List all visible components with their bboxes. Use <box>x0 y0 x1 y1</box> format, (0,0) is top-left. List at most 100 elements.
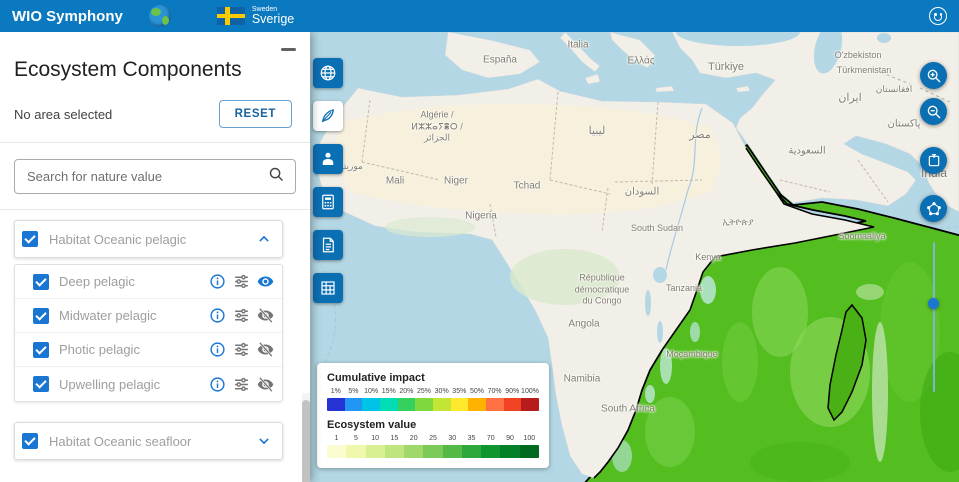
impact-legend-bar <box>327 398 539 411</box>
sweden-flag-icon[interactable] <box>216 7 245 25</box>
map-legend: Cumulative impact 1% 5% 10% 15% 20% 25% 30% 35%… <box>317 363 549 468</box>
info-icon[interactable] <box>209 376 226 393</box>
human-tool-button[interactable] <box>313 144 343 174</box>
legend-color-cell <box>423 445 443 458</box>
info-icon[interactable] <box>209 307 226 324</box>
eye-off-icon[interactable] <box>257 376 274 393</box>
map-tool-column <box>313 58 343 303</box>
legend-color-cell <box>344 398 363 411</box>
component-checkbox[interactable] <box>33 341 49 358</box>
group-checkbox[interactable] <box>22 433 38 449</box>
smiley-feedback-icon[interactable] <box>929 7 947 25</box>
legend-color-cell <box>346 445 366 458</box>
area-status-text: No area selected <box>14 106 113 122</box>
legend-tick: 30 <box>448 435 457 442</box>
wio-symphony-app: WIO Symphony Sweden Sverige Ecosystem Co… <box>0 0 959 482</box>
sliders-icon[interactable] <box>233 376 250 393</box>
chevron-down-icon[interactable] <box>254 431 274 451</box>
reset-button[interactable]: RESET <box>218 100 292 128</box>
search-field[interactable] <box>14 159 296 194</box>
legend-color-cell <box>521 398 539 411</box>
globe-tool-button[interactable] <box>313 58 343 88</box>
legend-color-cell <box>397 398 416 411</box>
matrix-tool-button[interactable] <box>313 273 343 303</box>
legend-color-cell <box>500 445 520 458</box>
component-checkbox[interactable] <box>33 307 49 324</box>
component-group-children: Deep pelagic Midwater pelagic Photic pelag… <box>14 264 283 402</box>
ecosystem-panel: Ecosystem Components No area selected RE… <box>0 32 310 482</box>
app-title: WIO Symphony <box>12 7 123 25</box>
legend-color-cell <box>519 445 539 458</box>
legend-tick: 70 <box>486 435 495 442</box>
legend-color-cell <box>362 398 381 411</box>
zoom-in-button[interactable] <box>920 62 947 89</box>
extent-button[interactable] <box>920 147 947 174</box>
legend-tick: 5% <box>348 388 359 395</box>
eye-off-icon[interactable] <box>257 341 274 358</box>
impact-legend-ticks: 1% 5% 10% 15% 20% 25% 30% 35% 50% 70% 90% 100% <box>327 388 539 397</box>
eye-icon[interactable] <box>257 273 274 290</box>
slider-thumb[interactable] <box>928 298 939 309</box>
zoom-out-button[interactable] <box>920 98 947 125</box>
draw-polygon-button[interactable] <box>920 195 947 222</box>
legend-tick: 25% <box>417 388 432 395</box>
legend-color-cell <box>481 445 501 458</box>
legend-tick: 100 <box>523 435 536 442</box>
component-row[interactable]: Deep pelagic <box>15 265 282 299</box>
calculator-tool-button[interactable] <box>313 187 343 217</box>
chevron-up-icon[interactable] <box>254 229 274 249</box>
sliders-icon[interactable] <box>233 307 250 324</box>
component-group-header[interactable]: Habitat Oceanic pelagic <box>14 220 283 258</box>
legend-color-cell <box>327 445 347 458</box>
group-label: Habitat Oceanic pelagic <box>49 231 187 247</box>
legend-color-cell <box>486 398 504 411</box>
panel-title: Ecosystem Components <box>14 58 242 81</box>
component-row[interactable]: Midwater pelagic <box>15 299 282 333</box>
legend-color-cell <box>503 398 522 411</box>
search-icon[interactable] <box>268 166 285 188</box>
slider-track[interactable] <box>933 242 935 392</box>
component-group-header[interactable]: Habitat Oceanic seafloor <box>14 422 283 460</box>
component-label: Deep pelagic <box>59 274 135 289</box>
legend-color-cell <box>384 445 405 458</box>
panel-collapse-handle[interactable] <box>281 48 296 51</box>
legend-tick: 10 <box>371 435 380 442</box>
legend-tick: 15% <box>381 388 396 395</box>
sliders-icon[interactable] <box>233 341 250 358</box>
legend-tick: 90 <box>506 435 514 442</box>
feather-tool-button[interactable] <box>313 101 343 131</box>
legend-color-cell <box>450 398 469 411</box>
divider <box>0 142 310 143</box>
scrollbar-thumb[interactable] <box>302 400 310 482</box>
search-input[interactable] <box>25 168 268 185</box>
info-icon[interactable] <box>209 341 226 358</box>
component-row[interactable]: Photic pelagic <box>15 333 282 367</box>
eye-off-icon[interactable] <box>257 307 274 324</box>
legend-tick: 20% <box>399 388 414 395</box>
legend-tick: 15 <box>390 435 399 442</box>
component-row[interactable]: Upwelling pelagic <box>15 367 282 401</box>
opacity-slider[interactable] <box>928 242 939 392</box>
group-checkbox[interactable] <box>22 231 38 247</box>
component-label: Midwater pelagic <box>59 308 157 323</box>
locale-label[interactable]: Sweden Sverige <box>252 6 294 26</box>
legend-color-cell <box>327 398 345 411</box>
report-tool-button[interactable] <box>313 230 343 260</box>
component-checkbox[interactable] <box>33 376 49 392</box>
value-legend-title: Ecosystem value <box>327 419 417 431</box>
sliders-icon[interactable] <box>233 273 250 290</box>
scrollbar[interactable] <box>302 393 310 482</box>
legend-tick: 90% <box>505 388 520 395</box>
earth-logo-icon <box>148 5 171 27</box>
info-icon[interactable] <box>209 273 226 290</box>
component-list: Habitat Oceanic pelagic Deep pelagic Midwa… <box>0 209 310 482</box>
map-canvas[interactable]: España Italia Ελλάς Türkiye O'zbekiston Türkm… <box>310 32 959 482</box>
legend-tick: 35 <box>467 435 476 442</box>
legend-color-cell <box>365 445 385 458</box>
legend-color-cell <box>433 398 451 411</box>
component-checkbox[interactable] <box>33 273 49 290</box>
legend-tick: 20 <box>409 435 418 442</box>
legend-tick: 5 <box>353 435 358 442</box>
legend-tick: 10% <box>364 388 379 395</box>
legend-tick: 35% <box>452 388 467 395</box>
